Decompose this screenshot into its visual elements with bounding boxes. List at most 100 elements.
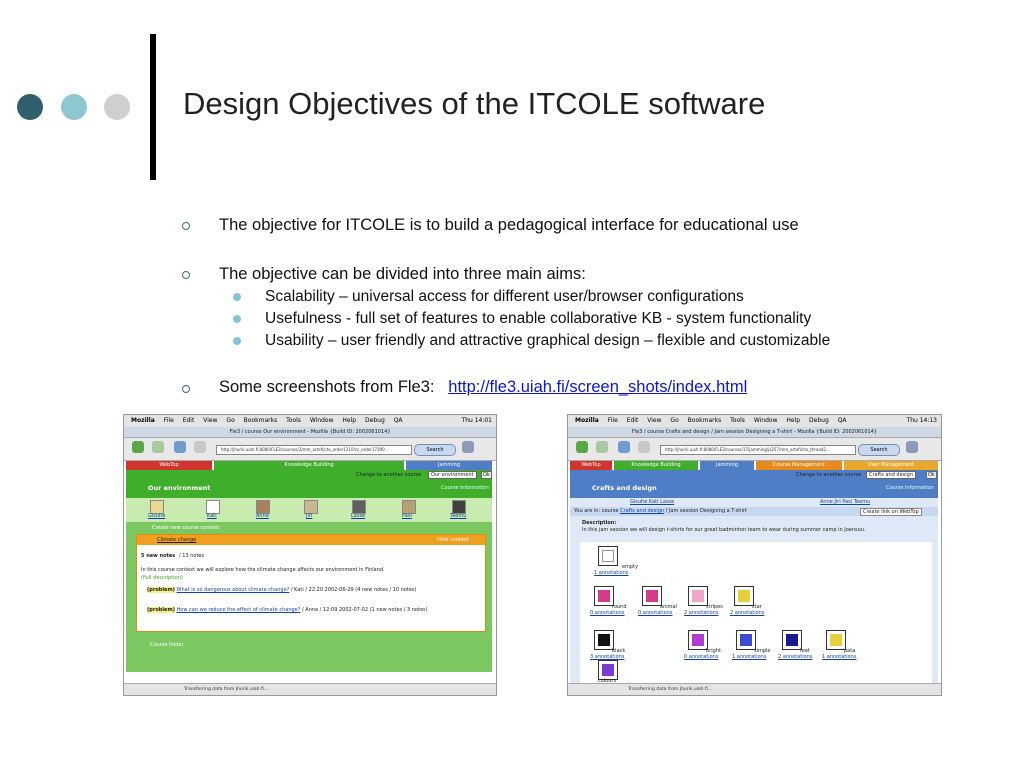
- menu-item[interactable]: Edit: [183, 417, 195, 424]
- tshirt-fill: [692, 634, 704, 646]
- member-name: Pasi: [402, 513, 412, 519]
- forward-arrow-icon[interactable]: [596, 441, 608, 453]
- member-name: Jiri: [306, 513, 313, 519]
- jam-description: In this jam session we will design t-shi…: [582, 527, 866, 533]
- avatar: [352, 500, 366, 514]
- print-icon[interactable]: [906, 441, 918, 453]
- context-description: In this course context we will explore h…: [141, 567, 385, 573]
- reload-icon[interactable]: [174, 441, 186, 453]
- tab-webtop[interactable]: WebTop: [126, 461, 212, 470]
- title-divider: [150, 34, 156, 180]
- create-link-button[interactable]: Create link on WebTop: [860, 508, 922, 516]
- menu-item[interactable]: Tools: [730, 417, 745, 424]
- menu-item[interactable]: QA: [394, 417, 403, 424]
- artefact-annotations[interactable]: 2 annotations: [730, 610, 764, 616]
- stop-icon[interactable]: [194, 441, 206, 453]
- menu-item[interactable]: Tools: [286, 417, 301, 424]
- tab-jamming[interactable]: Jamming: [406, 461, 492, 470]
- thread-notes: (4 new notes / 10 notes): [355, 587, 417, 593]
- menu-item[interactable]: Bookmarks: [688, 417, 722, 424]
- tab-user-management[interactable]: User Management: [844, 461, 938, 470]
- tshirt-icon: [736, 630, 756, 650]
- stop-icon[interactable]: [638, 441, 650, 453]
- tab-webtop[interactable]: WebTop: [570, 461, 612, 470]
- description-label: Description:: [582, 520, 617, 526]
- artefact-annotations[interactable]: 2 annotations: [778, 654, 812, 660]
- thread-row[interactable]: (problem) What is so dangerous about cli…: [147, 587, 416, 593]
- menu-item[interactable]: QA: [838, 417, 847, 424]
- screenshot-left: Mozilla File Edit View Go Bookmarks Tool…: [123, 414, 497, 696]
- menu-item[interactable]: File: [608, 417, 618, 424]
- menu-item[interactable]: Help: [342, 417, 356, 424]
- tab-course-management[interactable]: Course Management: [756, 461, 842, 470]
- sub-bullet-dot-icon: [233, 315, 241, 323]
- slide-title: Design Objectives of the ITCOLE software: [183, 86, 766, 121]
- bullet-ring-icon: [182, 385, 190, 393]
- context-name[interactable]: Climate change: [157, 537, 196, 543]
- tshirt-fill: [598, 634, 610, 646]
- course-header: Change to another course Our environment…: [126, 470, 492, 498]
- artefact-annotations[interactable]: 2 annotations: [684, 610, 718, 616]
- hide-context-link[interactable]: Hide context: [437, 537, 469, 543]
- artefact-annotations[interactable]: 0 annotations: [590, 610, 624, 616]
- artefact-annotations[interactable]: 1 annotations: [822, 654, 856, 660]
- menu-item[interactable]: Go: [226, 417, 234, 424]
- members-right[interactable]: Anne Jiri Pasi Teemu: [820, 499, 870, 505]
- reload-icon[interactable]: [618, 441, 630, 453]
- back-arrow-icon[interactable]: [576, 441, 588, 453]
- members-left[interactable]: Gisuhe Kati Lasse: [630, 499, 674, 505]
- create-context-link[interactable]: Create new course context: [152, 525, 219, 531]
- tshirt-fill: [830, 634, 842, 646]
- ok-button[interactable]: Ok: [481, 471, 492, 479]
- tab-jamming[interactable]: Jamming: [700, 461, 754, 470]
- thread-title[interactable]: What is so dangerous about climate chang…: [177, 587, 290, 593]
- course-info-link[interactable]: Course information: [886, 485, 934, 491]
- forward-arrow-icon[interactable]: [152, 441, 164, 453]
- search-button[interactable]: Search: [414, 444, 456, 456]
- menu-item[interactable]: Window: [310, 417, 334, 424]
- search-button[interactable]: Search: [858, 444, 900, 456]
- menu-item[interactable]: Mozilla: [575, 417, 599, 424]
- course-select[interactable]: Crafts and design: [866, 471, 917, 479]
- bullet-3: Some screenshots from Fle3: http://fle3.…: [219, 378, 747, 397]
- thread-title[interactable]: How can we reduce the effect of climate …: [177, 607, 301, 613]
- browser-toolbar: http://jhurik.uiah.fi:8080/FLE3/courses/…: [124, 438, 496, 461]
- artefact-annotations[interactable]: 0 annotations: [684, 654, 718, 660]
- sub-bullet-dot-icon: [233, 337, 241, 345]
- menu-item[interactable]: Debug: [365, 417, 385, 424]
- course-folder-link[interactable]: Course folder: [150, 642, 184, 648]
- url-field[interactable]: http://jhurik.uiah.fi:8080/FLE3/courses/…: [660, 445, 856, 455]
- menu-item[interactable]: Help: [786, 417, 800, 424]
- menu-item[interactable]: View: [203, 417, 217, 424]
- menu-item[interactable]: Go: [670, 417, 678, 424]
- ok-button[interactable]: Ok: [926, 471, 937, 479]
- menu-item[interactable]: Bookmarks: [244, 417, 278, 424]
- clock: Thu 14:01: [461, 417, 492, 424]
- menu-item[interactable]: Debug: [809, 417, 829, 424]
- menu-item[interactable]: Window: [754, 417, 778, 424]
- menu-item[interactable]: Edit: [627, 417, 639, 424]
- tab-knowledge-building[interactable]: Knowledge Building: [214, 461, 404, 470]
- tshirt-icon: [598, 546, 618, 566]
- url-field[interactable]: http://jhurik.uiah.fi:8080/FLE3/courses/…: [216, 445, 412, 455]
- breadcrumb-course-link[interactable]: Crafts and design: [620, 508, 664, 514]
- menu-item[interactable]: File: [164, 417, 174, 424]
- menu-item[interactable]: Mozilla: [131, 417, 155, 424]
- full-description-link[interactable]: (Full description): [141, 575, 183, 581]
- thread-row[interactable]: (problem) How can we reduce the effect o…: [147, 607, 428, 613]
- avatar: [256, 500, 270, 514]
- menu-item[interactable]: View: [647, 417, 661, 424]
- course-select[interactable]: Our environment: [428, 471, 477, 479]
- artefact-annotations[interactable]: 1 annotations: [732, 654, 766, 660]
- artefact-annotations[interactable]: 1 annotations: [594, 570, 628, 576]
- back-arrow-icon[interactable]: [132, 441, 144, 453]
- tshirt-fill: [740, 634, 752, 646]
- artefact-annotations[interactable]: 0 annotations: [638, 610, 672, 616]
- screenshots-link[interactable]: http://fle3.uiah.fi/screen_shots/index.h…: [448, 378, 747, 396]
- change-course-label: Change to another course: [356, 472, 422, 478]
- course-info-link[interactable]: Course information: [441, 485, 489, 491]
- print-icon[interactable]: [462, 441, 474, 453]
- tab-knowledge-building[interactable]: Knowledge Building: [614, 461, 698, 470]
- decor-dot-3: [104, 94, 130, 120]
- tshirt-icon: [782, 630, 802, 650]
